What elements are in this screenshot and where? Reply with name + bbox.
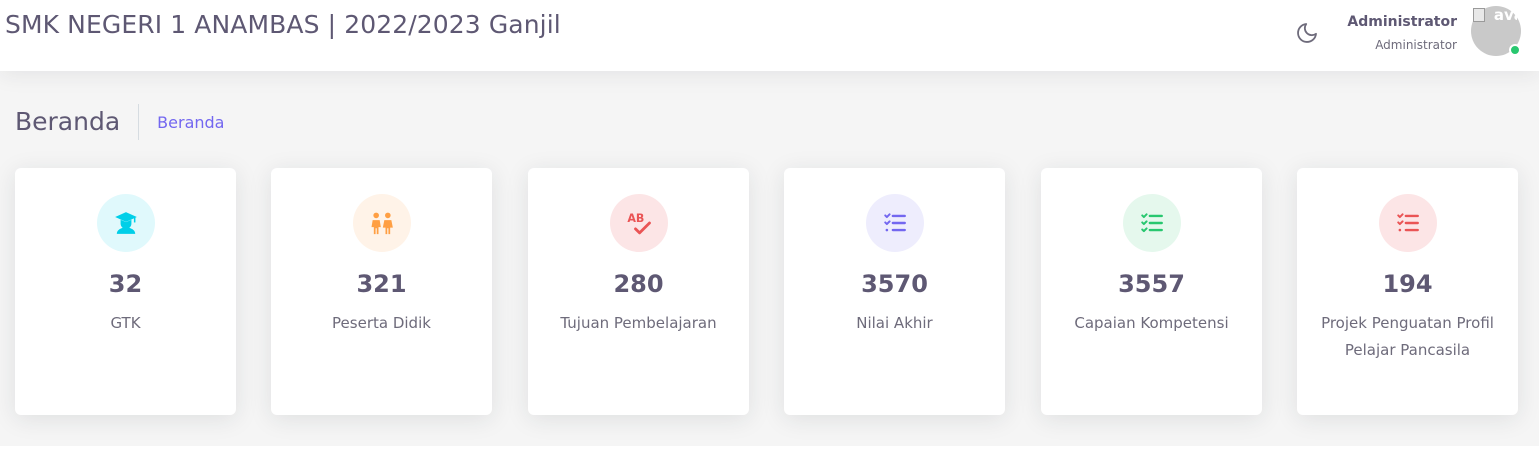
- moon-icon: [1297, 23, 1317, 43]
- user-role: Administrator: [1375, 38, 1457, 52]
- stat-value: 3570: [861, 270, 928, 298]
- user-info[interactable]: Administrator Administrator: [1347, 12, 1457, 54]
- stat-value: 194: [1382, 270, 1433, 298]
- stat-value: 280: [613, 270, 664, 298]
- top-navbar: SMK NEGERI 1 ANAMBAS | 2022/2023 Ganjil …: [0, 0, 1539, 71]
- stat-icon-wrapper: [1379, 194, 1437, 252]
- children-icon: [371, 212, 393, 235]
- theme-toggle-button[interactable]: [1293, 19, 1321, 47]
- checklist-icon: [1141, 213, 1163, 233]
- graduate-icon: [115, 212, 137, 234]
- stat-icon-wrapper: [97, 194, 155, 252]
- stat-label: Peserta Didik: [332, 314, 431, 332]
- stat-label: Tujuan Pembelajaran: [560, 314, 717, 332]
- avatar[interactable]: avatar: [1471, 6, 1521, 56]
- stat-card-gtk[interactable]: 32 GTK: [15, 168, 236, 415]
- stat-icon-wrapper: [866, 194, 924, 252]
- stat-icon-wrapper: [1123, 194, 1181, 252]
- app-title: SMK NEGERI 1 ANAMBAS | 2022/2023 Ganjil: [5, 10, 561, 39]
- stat-card-tujuan-pembelajaran[interactable]: AB 280 Tujuan Pembelajaran: [528, 168, 749, 415]
- checklist-icon: [1397, 213, 1419, 232]
- stat-card-peserta-didik[interactable]: 321 Peserta Didik: [271, 168, 492, 415]
- stat-icon-wrapper: [353, 194, 411, 252]
- stat-icon-wrapper: AB: [610, 194, 668, 252]
- stat-value: 3557: [1118, 270, 1185, 298]
- avatar-alt-text: avatar: [1493, 6, 1517, 24]
- stat-card-nilai-akhir[interactable]: 3570 Nilai Akhir: [784, 168, 1005, 415]
- stat-value: 32: [108, 270, 143, 298]
- stat-label: Capaian Kompetensi: [1074, 314, 1229, 332]
- breadcrumb-item-beranda[interactable]: Beranda: [157, 113, 224, 132]
- svg-text:AB: AB: [627, 212, 644, 225]
- stat-card-projek-p5[interactable]: 194 Projek Penguatan Profil Pelajar Panc…: [1297, 168, 1518, 415]
- stat-label: Nilai Akhir: [856, 314, 933, 332]
- user-name: Administrator: [1347, 14, 1457, 30]
- spellcheck-icon: AB: [627, 212, 651, 235]
- stat-label: Projek Penguatan Profil Pelajar Pancasil…: [1321, 314, 1494, 359]
- online-status-dot: [1509, 44, 1521, 56]
- breadcrumb: Beranda Beranda: [15, 104, 224, 140]
- stat-value: 321: [356, 270, 407, 298]
- stat-card-capaian-kompetensi[interactable]: 3557 Capaian Kompetensi: [1041, 168, 1262, 415]
- checklist-icon: [884, 213, 906, 232]
- page-title: Beranda: [15, 104, 140, 140]
- stat-label: GTK: [110, 314, 141, 332]
